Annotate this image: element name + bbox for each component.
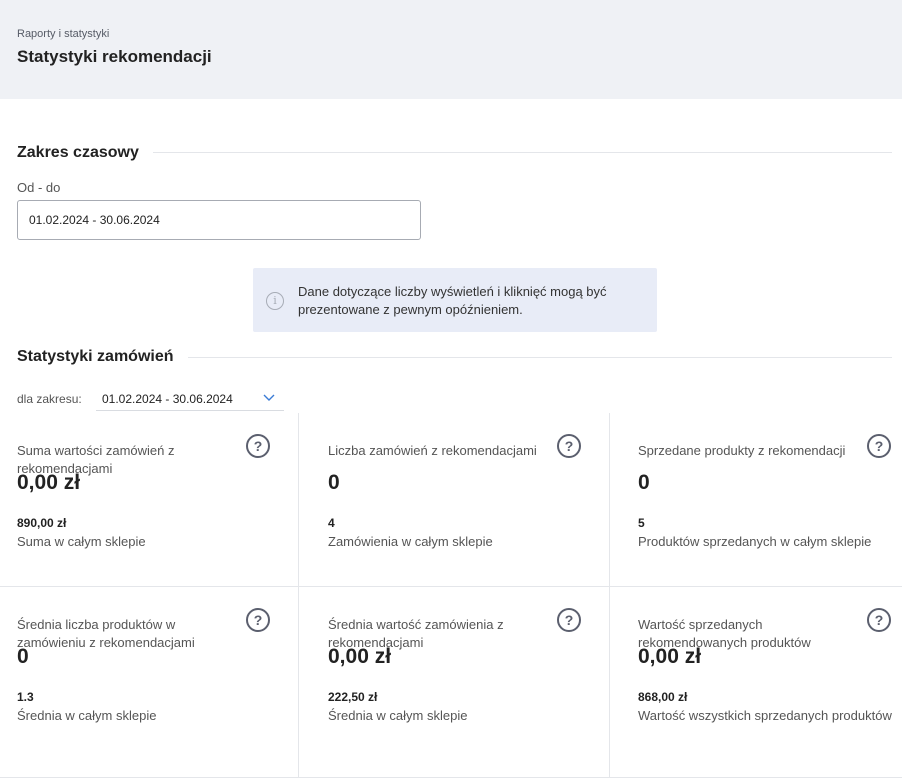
stat-card-sub-value: 890,00 zł [17,516,67,530]
grid-divider [0,777,902,778]
page-title: Statystyki rekomendacji [17,47,212,66]
stat-card-sub-label: Suma w całym sklepie [17,534,146,549]
help-icon[interactable]: ? [246,434,270,458]
stat-card-value: 0,00 zł [328,645,392,668]
stat-card-value: 0 [328,471,340,494]
date-range-input[interactable]: 01.02.2024 - 30.06.2024 [17,200,421,240]
help-icon[interactable]: ? [557,608,581,632]
stat-card-sub-value: 1.3 [17,690,34,704]
info-notice-text: Dane dotyczące liczby wyświetleń i klikn… [298,284,607,317]
stat-card-sub-label: Średnia w całym sklepie [17,708,157,723]
range-select[interactable]: 01.02.2024 - 30.06.2024 [96,387,284,411]
stat-card-value: 0 [638,471,650,494]
grid-divider [298,413,299,778]
stat-card-value: 0,00 zł [17,471,81,494]
range-select-value: 01.02.2024 - 30.06.2024 [102,392,233,406]
stat-card-sub-value: 868,00 zł [638,690,688,704]
stat-card-sub-label: Produktów sprzedanych w całym sklepie [638,534,872,549]
stat-card-label: Liczba zamówień z rekomendacjami [328,443,537,458]
help-icon[interactable]: ? [557,434,581,458]
stat-card-sub-label: Zamówienia w całym sklepie [328,534,493,549]
help-icon[interactable]: ? [246,608,270,632]
stat-card-sub-value: 4 [328,516,335,530]
chevron-down-icon [263,394,275,401]
info-icon: i [266,292,284,310]
grid-divider [0,586,902,587]
stat-card-label: Sprzedane produkty z rekomendacji [638,443,846,458]
stat-card-sub-value: 5 [638,516,645,530]
range-label: dla zakresu: [17,392,82,406]
date-range-input-value: 01.02.2024 - 30.06.2024 [29,213,160,227]
help-icon[interactable]: ? [867,608,891,632]
stat-card-value: 0 [17,645,29,668]
stat-card-value: 0,00 zł [638,645,702,668]
breadcrumb[interactable]: Raporty i statystyki [17,28,109,40]
stat-card-sub-value: 222,50 zł [328,690,378,704]
orders-section-title: Statystyki zamówień [17,348,188,366]
stat-card-label: Średnia liczba produktów w zamówieniu z … [17,617,195,650]
help-icon[interactable]: ? [867,434,891,458]
date-range-label: Od - do [17,180,61,195]
grid-divider [609,413,610,778]
page-header: Raporty i statystyki Statystyki rekomend… [0,0,902,99]
info-notice: i Dane dotyczące liczby wyświetleń i kli… [253,268,657,332]
stat-card-sub-label: Wartość wszystkich sprzedanych produktów [638,708,892,723]
time-range-section-title: Zakres czasowy [17,144,153,162]
stat-card-sub-label: Średnia w całym sklepie [328,708,468,723]
